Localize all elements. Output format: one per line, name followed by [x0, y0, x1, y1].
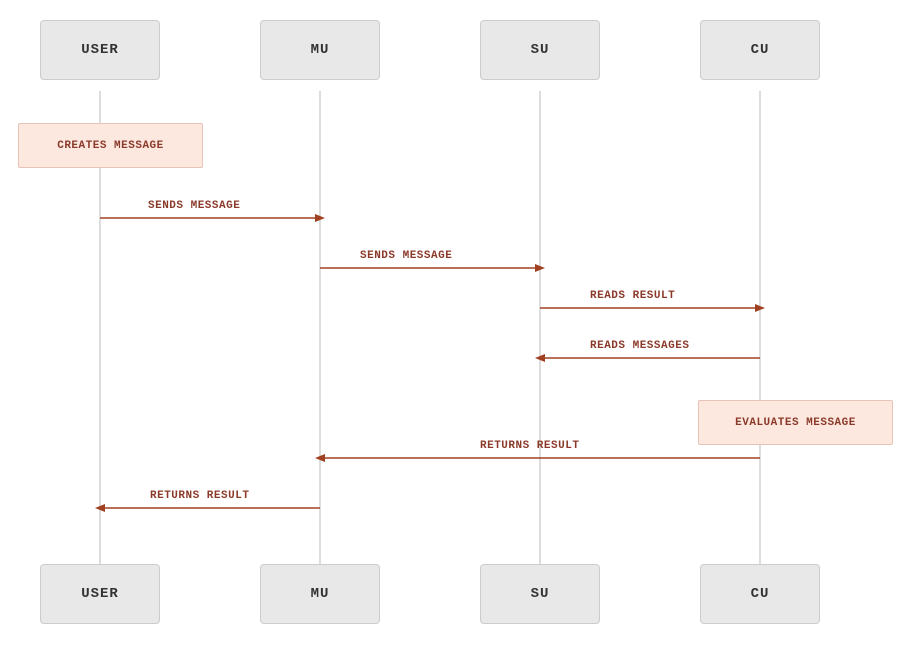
reads-messages-label: READS MESSAGES — [590, 340, 689, 352]
actor-mu-bottom: MU — [260, 564, 380, 624]
actor-cu-bottom: CU — [700, 564, 820, 624]
actor-mu-top: MU — [260, 20, 380, 80]
sends-message-2-label: SENDS MESSAGE — [360, 250, 452, 262]
actor-user-bottom: USER — [40, 564, 160, 624]
actor-user-top: USER — [40, 20, 160, 80]
sends-message-1-label: SENDS MESSAGE — [148, 200, 240, 212]
reads-result-1-label: READS RESULT — [590, 290, 675, 302]
actor-su-bottom: SU — [480, 564, 600, 624]
arrows-svg — [0, 0, 920, 655]
returns-result-2-label: RETURNS RESULT — [150, 490, 249, 502]
evaluates-message-note: EVALUATES MESSAGE — [698, 400, 893, 445]
sequence-diagram: USER MU SU CU CREATES MESSAGE SENDS MESS… — [0, 0, 920, 655]
returns-result-1-label: RETURNS RESULT — [480, 440, 579, 452]
creates-message-note: CREATES MESSAGE — [18, 123, 203, 168]
actor-cu-top: CU — [700, 20, 820, 80]
actor-su-top: SU — [480, 20, 600, 80]
